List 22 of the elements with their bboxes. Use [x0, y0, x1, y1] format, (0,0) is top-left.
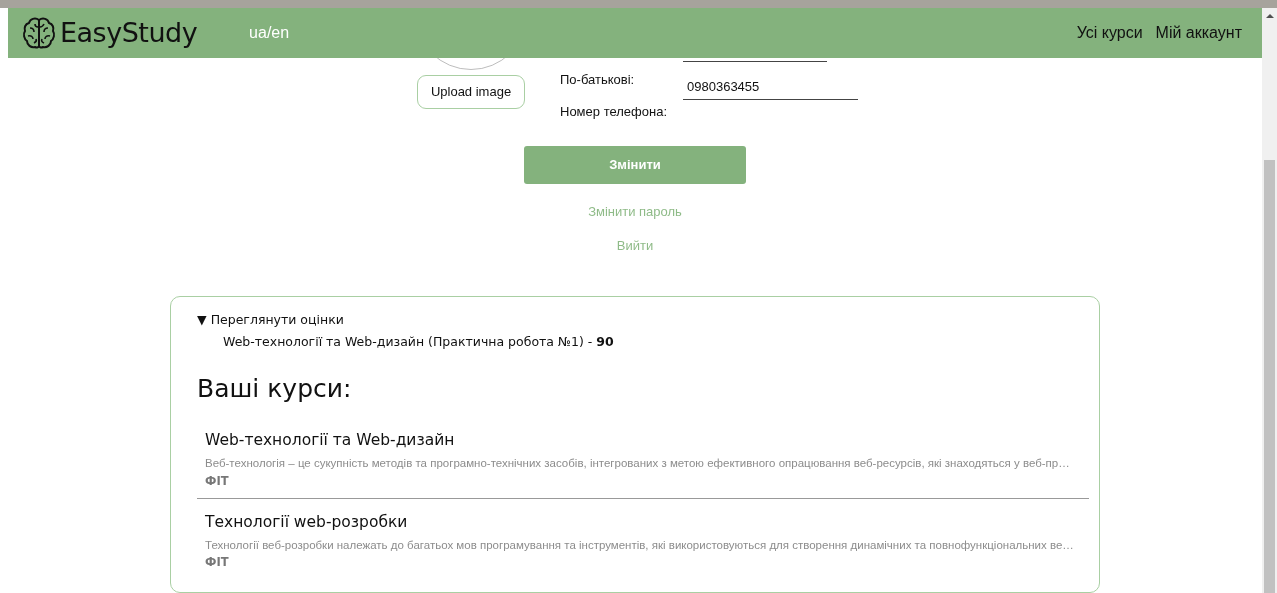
scroll-up-arrow-icon[interactable] [1265, 14, 1274, 18]
faculty-label: ФІТ [205, 472, 230, 490]
course-title[interactable]: Технології web-розробки [205, 510, 1089, 534]
scrollbar-thumb[interactable] [1264, 160, 1275, 593]
grades-toggle[interactable]: Переглянути оцінки [210, 311, 344, 330]
course-description: Технології веб-розробки належать до багатьох мов програмування та інструментів, які використовуються для створення динамічних та повнофункціональних ве… [205, 538, 1075, 553]
input-field[interactable] [683, 58, 827, 62]
section-heading: Ваші курси: [197, 372, 353, 405]
grade-entry: Web-технології та Web-дизайн (Практична робота №1) - 90 [223, 332, 615, 351]
course-description: Веб-технологія – це сукупність методів та програмно-технічних засобів, інтегрованих з метою ефективного опрацювання веб-ресурсів, які знаходяться у веб-пр… [205, 456, 1071, 472]
nav-link[interactable]: Мій аккаунт [1155, 21, 1242, 45]
course-title[interactable]: Web-технології та Web-дизайн [205, 429, 1089, 453]
upload-image-button[interactable]: Upload image [417, 75, 525, 109]
faculty-label: ФІТ [205, 554, 230, 572]
logo-text[interactable]: EasyStudy [60, 12, 198, 54]
expand-toggle-icon[interactable]: ▼ [197, 311, 207, 330]
input-field[interactable]: 0980363455 [683, 75, 858, 100]
brain-icon [22, 16, 56, 50]
field-label: Номер телефона: [560, 104, 667, 119]
scrollbar[interactable] [1262, 8, 1277, 593]
nav-link[interactable]: Усі курси [1076, 21, 1143, 45]
field-label: По-батькові: [560, 72, 635, 87]
